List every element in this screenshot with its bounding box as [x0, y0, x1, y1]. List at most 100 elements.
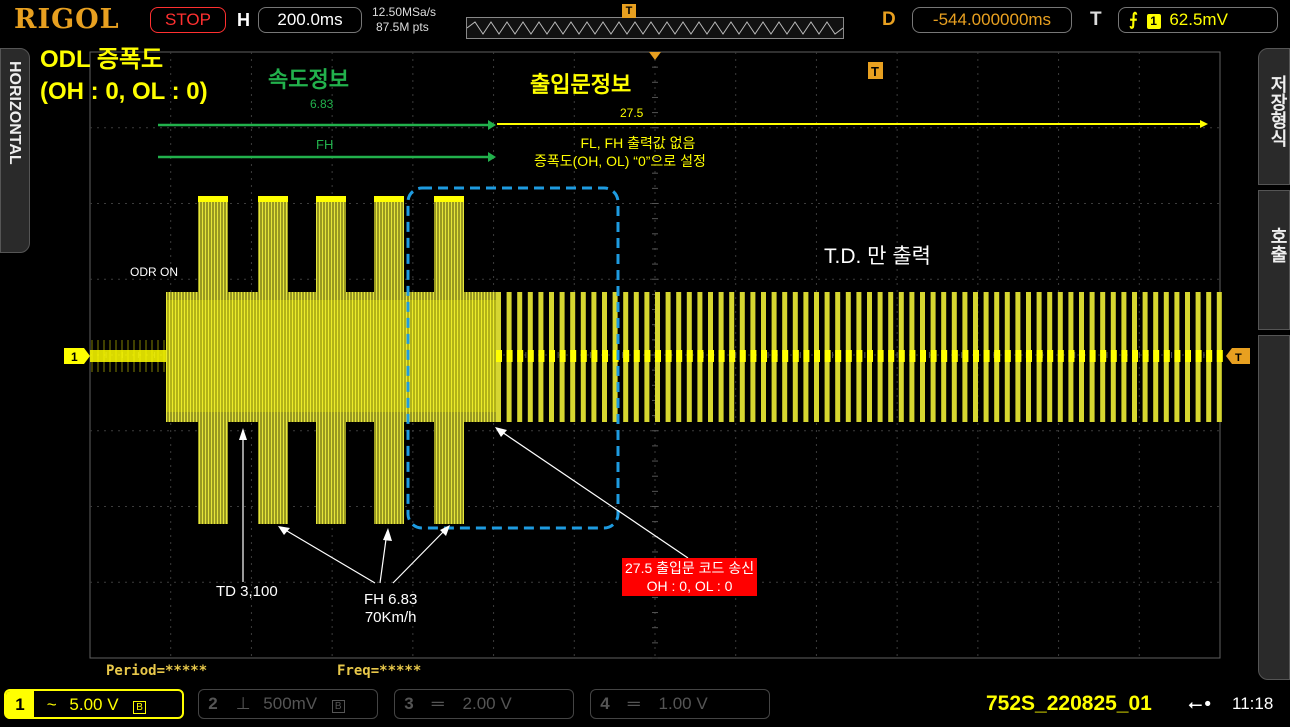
td-pulse-center: [496, 350, 502, 362]
td-pulse-center: [930, 350, 937, 362]
td-pulse-center: [792, 350, 799, 362]
ch1-bw-icon: B: [133, 701, 146, 714]
td-pulse-center: [665, 350, 672, 362]
td-pulse-center: [559, 350, 566, 362]
td-pulse-center: [739, 350, 746, 362]
td-label: TD 3,100: [216, 583, 278, 600]
trigger-level-marker-icon: T: [1226, 348, 1250, 364]
channel2-status[interactable]: 2 ⊥ 500mV B: [198, 689, 378, 719]
ch2-number: 2: [208, 694, 218, 713]
fh-burst-edge: [316, 196, 346, 202]
channel1-status[interactable]: 1 ~ 5.00 V B: [4, 689, 184, 719]
usb-icon: ⭠•: [1188, 694, 1214, 715]
svg-text:T: T: [1235, 352, 1242, 364]
td-pulse-center: [623, 350, 630, 362]
td-pulse-center: [1195, 350, 1202, 362]
td-pulse-center: [1132, 350, 1138, 362]
fh-burst-edge: [374, 196, 404, 202]
entry-note: FL, FH 출력값 없음 증폭도(OH, OL) “0”으로 설정: [534, 134, 706, 170]
ch1-number: 1: [6, 691, 34, 719]
fh-burst-edge: [434, 196, 464, 202]
td-pulse-center: [867, 350, 873, 362]
ch4-scale: 1.00 V: [658, 694, 708, 713]
ch2-coupling-icon: ⊥: [235, 694, 251, 713]
entry-note-line1: FL, FH 출력값 없음: [580, 135, 696, 151]
td-pulse-center: [750, 350, 757, 362]
svg-text:T: T: [871, 64, 879, 79]
td-pulse-center: [517, 350, 524, 362]
fh-burst-edge: [258, 196, 288, 202]
td-pulse-center: [1163, 350, 1170, 362]
td-pulse-center: [1089, 350, 1096, 362]
td-pulse-center: [1216, 350, 1223, 362]
trigger-time-marker-icon: [649, 52, 661, 60]
fh-line1: FH 6.83: [364, 591, 418, 608]
td-pulse-center: [994, 350, 1001, 362]
entry-info-arrow: [497, 120, 1208, 128]
channel-status-bar: 1 ~ 5.00 V B 2 ⊥ 500mV B 3 ═ 2.00 V 4 ═ …: [0, 684, 1290, 727]
ch2-scale: 500mV: [263, 694, 318, 713]
td-pulse-center: [761, 350, 767, 362]
td-pulse-center: [803, 350, 810, 362]
title-annotation: ODL 증폭도 (OH : 0, OL : 0): [40, 44, 208, 108]
svg-text:1: 1: [71, 350, 78, 364]
entry-note-line2: 증폭도(OH, OL) “0”으로 설정: [534, 153, 706, 169]
entry-info-label: 출입문정보: [530, 72, 632, 97]
td-pulse-center: [941, 350, 948, 362]
td-pulse-center: [644, 350, 651, 362]
td-pulse-center: [1110, 350, 1117, 362]
freq-measurement[interactable]: Freq=*****: [337, 663, 421, 679]
td-pulse-center: [527, 350, 534, 362]
td-pulse-center: [835, 350, 842, 362]
speed-value-label: 6.83: [310, 97, 334, 111]
td-pulse-center: [951, 350, 958, 362]
td-pulse-center: [771, 350, 778, 362]
td-pulse-center: [549, 350, 555, 362]
td-pulse-center: [655, 350, 661, 362]
channel1-trace: [90, 196, 1223, 524]
td-pulse-center: [1206, 350, 1213, 362]
td-pulse-center: [1004, 350, 1011, 362]
entry-value-label: 27.5: [620, 106, 644, 120]
fh-burst-edge: [198, 196, 228, 202]
ch4-coupling-icon: ═: [627, 694, 640, 713]
td-pulse-center: [1068, 350, 1075, 362]
td-pulse-center: [686, 350, 693, 362]
code-line2: OH : 0, OL : 0: [646, 578, 733, 594]
td-pulse-center: [729, 350, 736, 362]
channel3-status[interactable]: 3 ═ 2.00 V: [394, 689, 574, 719]
td-pulse-center: [1015, 350, 1022, 362]
speed-fh-label: FH: [316, 137, 334, 152]
td-carrier-core: [166, 300, 496, 412]
td-pulse-center: [845, 350, 852, 362]
td-pulse-center: [1174, 350, 1181, 362]
channel4-status[interactable]: 4 ═ 1.00 V: [590, 689, 770, 719]
td-pulse-center: [962, 350, 969, 362]
speed-info-label: 속도정보: [268, 67, 349, 92]
td-pulse-center: [580, 350, 587, 362]
td-pulse-center: [1079, 350, 1085, 362]
td-pulse-center: [676, 350, 683, 362]
td-pulse-center: [538, 350, 545, 362]
td-pulse-center: [1100, 350, 1107, 362]
td-pulse-center: [1047, 350, 1054, 362]
period-measurement[interactable]: Period=*****: [106, 663, 207, 679]
ch3-coupling-icon: ═: [431, 694, 444, 713]
td-pulse-center: [633, 350, 640, 362]
td-pulse-center: [856, 350, 863, 362]
ch3-scale: 2.00 V: [462, 694, 512, 713]
file-name-label: 752S_220825_01: [986, 692, 1152, 715]
td-only-label: T.D. 만 출력: [824, 245, 931, 268]
clock: 11:18: [1232, 694, 1274, 713]
odr-on-label: ODR ON: [130, 265, 178, 279]
channel1-marker-icon: 1: [64, 348, 90, 364]
ch1-scale: 5.00 V: [69, 695, 119, 714]
td-pulse-center: [697, 350, 704, 362]
td-pulse-center: [909, 350, 916, 362]
td-pulse-center: [1185, 350, 1191, 362]
td-pulse-center: [602, 350, 608, 362]
td-pulse-center: [973, 350, 979, 362]
ch2-bw-icon: B: [331, 700, 345, 713]
td-pulse-center: [708, 350, 714, 362]
td-pulse-center: [1026, 350, 1032, 362]
